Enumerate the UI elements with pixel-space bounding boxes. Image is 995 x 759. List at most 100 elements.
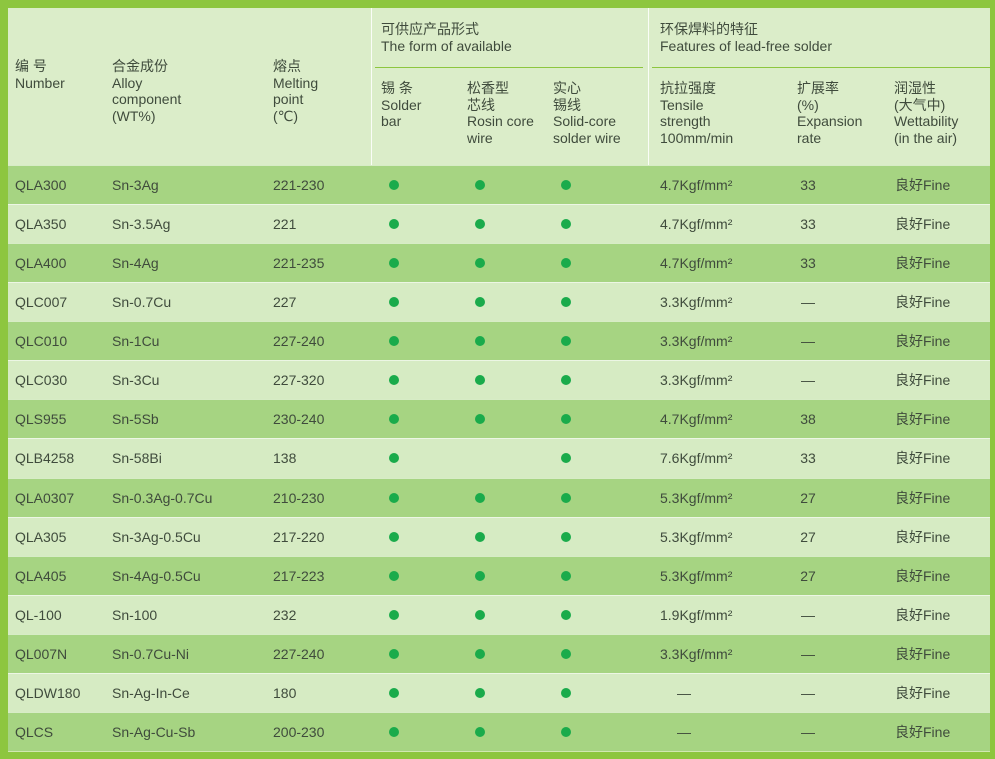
product-number: QL-100 [15,606,62,623]
expansion-rate: — [801,294,815,311]
rosin-core-wire-available-dot [475,414,485,425]
header-label: 扩展率 [797,80,839,96]
alloy-component: Sn-100 [112,606,158,623]
header-label: 松香型 [467,80,509,96]
solid-core-wire-available-dot [561,648,571,659]
product-number: QLCS [15,723,54,740]
product-number: QLA305 [15,528,67,545]
header-tensile-strength: 抗拉强度 Tensile strength 100mm/min [660,80,733,147]
wettability: 良好Fine [895,333,951,350]
table-header: 编 号 Number 合金成份 Alloy component (WT%) 熔点… [8,8,990,165]
header-divider [648,8,649,165]
wettability: 良好Fine [895,255,951,272]
rosin-core-wire-available-dot [475,492,485,503]
table-row: QLA350 Sn-3.5Ag 221 4.7Kgf/mm² 33 良好Fine [8,204,990,244]
solder-bar-available-dot [389,570,399,581]
solder-bar-available-dot [389,531,399,542]
melting-point: 210-230 [273,489,325,506]
page: 编 号 Number 合金成份 Alloy component (WT%) 熔点… [0,0,995,759]
header-label: Wettability [894,113,959,130]
alloy-component: Sn-4Ag-0.5Cu [112,567,201,584]
header-label: 100mm/min [660,130,734,147]
melting-point: 232 [273,606,297,623]
header-label: 编 号 [15,58,47,74]
header-label: 环保焊料的特征 [660,21,758,37]
solid-core-wire-available-dot [561,492,571,503]
wettability: 良好Fine [895,372,951,389]
header-label: Solid-core [553,113,617,130]
alloy-component: Sn-0.3Ag-0.7Cu [112,489,213,506]
tensile-strength: 5.3Kgf/mm² [660,489,733,506]
alloy-component: Sn-5Sb [112,411,159,428]
solder-bar-available-dot [389,726,399,737]
header-number: 编 号 Number [15,58,65,91]
header-label: solder wire [553,130,621,147]
wettability: 良好Fine [895,567,951,584]
tensile-strength: 4.7Kgf/mm² [660,411,733,428]
group-underline [375,67,643,68]
table-row: QLC007 Sn-0.7Cu 227 3.3Kgf/mm² — 良好Fine [8,282,990,322]
solder-bar-available-dot [389,609,399,620]
solder-bar-available-dot [389,375,399,386]
header-label: The form of available [381,37,512,54]
product-number: QLC030 [15,372,68,389]
header-label: Alloy [112,74,143,91]
tensile-strength: 3.3Kgf/mm² [660,333,733,350]
header-label: 熔点 [273,58,301,74]
header-label: Melting [273,74,319,91]
tensile-strength: 4.7Kgf/mm² [660,177,733,194]
product-number: QLS955 [15,411,67,428]
header-label: Tensile [660,96,704,113]
solder-bar-available-dot [389,180,399,191]
table-row: QLA400 Sn-4Ag 221-235 4.7Kgf/mm² 33 良好Fi… [8,243,990,283]
header-label: Features of lead-free solder [660,37,832,54]
rosin-core-wire-available-dot [475,258,485,269]
melting-point: 221-235 [273,255,325,272]
header-label: (大气中) [894,96,946,113]
table-row: QLCS Sn-Ag-Cu-Sb 200-230 — — 良好Fine [8,711,990,751]
solid-core-wire-available-dot [561,258,571,269]
product-number: QLA400 [15,255,67,272]
wettability: 良好Fine [895,684,951,701]
wettability: 良好Fine [895,528,951,545]
melting-point: 200-230 [273,723,325,740]
header-label: 锡线 [553,96,581,113]
table-row: QLC010 Sn-1Cu 227-240 3.3Kgf/mm² — 良好Fin… [8,321,990,361]
melting-point: 227-240 [273,333,325,350]
melting-point: 227-320 [273,372,325,389]
solder-bar-available-dot [389,648,399,659]
header-features-group: 环保焊料的特征 Features of lead-free solder [660,21,832,54]
product-number: QLDW180 [15,684,81,701]
header-label: Solder [381,96,422,113]
solid-core-wire-available-dot [561,414,571,425]
tensile-strength: — [677,723,691,740]
table-row: QLA0307 Sn-0.3Ag-0.7Cu 210-230 5.3Kgf/mm… [8,477,990,517]
rosin-core-wire-available-dot [475,687,485,698]
table-row: QLA305 Sn-3Ag-0.5Cu 217-220 5.3Kgf/mm² 2… [8,516,990,556]
wettability: 良好Fine [895,411,951,428]
wettability: 良好Fine [895,489,951,506]
alloy-component: Sn-3Cu [112,372,160,389]
header-label: strength [660,113,711,130]
tensile-strength: — [677,684,691,701]
alloy-component: Sn-Ag-Cu-Sb [112,723,196,740]
header-label: 芯线 [467,96,495,113]
product-number: QL007N [15,645,68,662]
rosin-core-wire-available-dot [475,726,485,737]
table-row: QL007N Sn-0.7Cu-Ni 227-240 3.3Kgf/mm² — … [8,633,990,673]
melting-point: 227-240 [273,645,325,662]
alloy-component: Sn-0.7Cu-Ni [112,645,190,662]
rosin-core-wire-available-dot [475,648,485,659]
solder-bar-available-dot [389,297,399,308]
tensile-strength: 3.3Kgf/mm² [660,372,733,389]
header-wettability: 润湿性 (大气中) Wettability (in the air) [894,80,958,147]
alloy-component: Sn-3.5Ag [112,216,171,233]
group-underline [652,67,990,68]
expansion-rate: 33 [800,216,816,233]
header-label: (WT%) [112,108,156,125]
header-label: 润湿性 [894,80,936,96]
table-body: QLA300 Sn-3Ag 221-230 4.7Kgf/mm² 33 良好Fi… [8,165,990,752]
solid-core-wire-available-dot [561,180,571,191]
rosin-core-wire-available-dot [475,336,485,347]
wettability: 良好Fine [895,645,951,662]
